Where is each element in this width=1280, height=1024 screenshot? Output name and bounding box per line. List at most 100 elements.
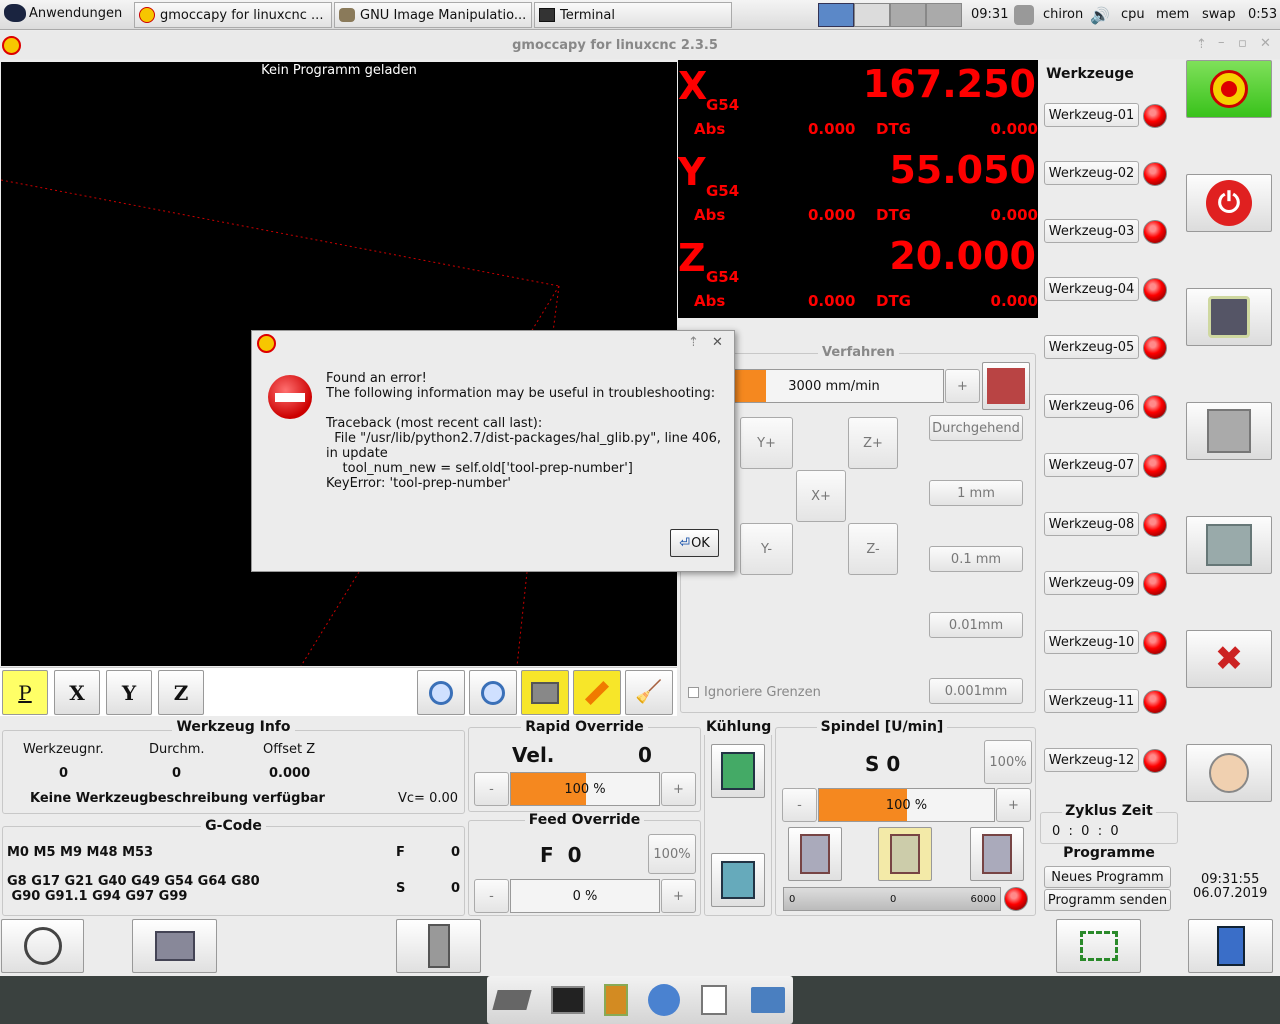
ignore-limits-checkbox[interactable]: Ignoriere Grenzen — [688, 685, 821, 700]
workspace-3[interactable] — [890, 3, 926, 27]
spindle-reset-button[interactable]: 100% — [984, 740, 1032, 784]
task-terminal[interactable]: Terminal — [534, 2, 732, 28]
volume-icon[interactable]: 🔊 — [1090, 6, 1110, 25]
cpu-monitor: cpu — [1121, 7, 1145, 22]
settings-button[interactable]: ✖ — [1186, 630, 1272, 688]
increment-continuous[interactable]: Durchgehend — [929, 415, 1023, 441]
web-browser-launcher[interactable] — [642, 978, 686, 1022]
maximize-icon[interactable]: ▫ — [1238, 36, 1247, 51]
view-p-button[interactable]: P — [2, 670, 48, 715]
jog-speed-plus[interactable]: + — [945, 369, 980, 403]
increment-0-01mm[interactable]: 0.01mm — [929, 612, 1023, 638]
workspace-switcher[interactable] — [818, 3, 964, 27]
dimensions-icon — [531, 681, 559, 704]
checkbox-box[interactable] — [688, 687, 699, 698]
tool-button[interactable]: Werkzeug-02 — [1044, 161, 1139, 185]
feed-reset-button[interactable]: 100% — [648, 834, 696, 874]
applications-menu[interactable]: Anwendungen — [4, 4, 122, 22]
tool-button[interactable]: Werkzeug-04 — [1044, 277, 1139, 301]
rapid-plus[interactable]: + — [661, 772, 696, 806]
tool-button[interactable]: Werkzeug-12 — [1044, 748, 1139, 772]
mist-coolant-button[interactable] — [711, 853, 765, 907]
tool-button[interactable]: Werkzeug-01 — [1044, 103, 1139, 127]
show-dimensions-button[interactable] — [521, 670, 569, 715]
minimize-icon[interactable]: – — [1218, 35, 1225, 50]
spindle-reverse-button[interactable] — [970, 827, 1024, 881]
tool-button[interactable]: Werkzeug-03 — [1044, 219, 1139, 243]
clear-plot-button[interactable]: 🧹 — [625, 670, 673, 715]
view-y-button[interactable]: Y — [106, 670, 152, 715]
panel-clock[interactable]: 09:31 — [971, 7, 1008, 22]
feed-override-slider[interactable]: 0 % — [510, 879, 660, 913]
folder-launcher[interactable] — [746, 978, 790, 1022]
jog-label: Z- — [866, 541, 880, 557]
tool-button[interactable]: Werkzeug-05 — [1044, 335, 1139, 359]
jog-speed-slider[interactable]: 3000 mm/min — [724, 369, 944, 403]
jog-z-plus[interactable]: Z+ — [848, 417, 898, 469]
workspace-4[interactable] — [926, 3, 962, 27]
spindle-forward-button[interactable] — [788, 827, 842, 881]
auto-mode-button[interactable] — [1186, 516, 1272, 574]
flood-coolant-button[interactable] — [711, 744, 765, 798]
view-p-label: P — [18, 680, 32, 705]
feed-plus[interactable]: + — [661, 879, 696, 913]
terminal-launcher[interactable] — [546, 978, 590, 1022]
task-gmoccapy[interactable]: gmoccapy for linuxcnc ... — [134, 2, 332, 28]
file-manager-launcher[interactable] — [594, 978, 638, 1022]
edit-button[interactable] — [573, 670, 621, 715]
task-gimp[interactable]: GNU Image Manipulatio... — [334, 2, 532, 28]
increment-0-001mm[interactable]: 0.001mm — [929, 678, 1023, 704]
increment-1mm[interactable]: 1 mm — [929, 480, 1023, 506]
estop-button[interactable] — [1186, 60, 1272, 118]
rapid-override-slider[interactable]: 100 % — [510, 772, 660, 806]
increment-0-1mm[interactable]: 0.1 mm — [929, 546, 1023, 572]
homing-button[interactable] — [1, 919, 84, 973]
tool-button[interactable]: Werkzeug-11 — [1044, 689, 1139, 713]
hostname: chiron — [1043, 7, 1084, 22]
tool-button[interactable]: Werkzeug-09 — [1044, 571, 1139, 595]
touch-off-button[interactable] — [132, 919, 217, 973]
view-x-button[interactable]: X — [54, 670, 100, 715]
zoom-out-button[interactable] — [469, 670, 517, 715]
dialog-shade-icon[interactable]: ⇡ — [688, 335, 699, 350]
workspace-2[interactable] — [854, 3, 890, 27]
tool-button[interactable]: Werkzeug-06 — [1044, 394, 1139, 418]
app-finder-launcher[interactable] — [692, 978, 736, 1022]
close-icon[interactable]: ✕ — [1260, 36, 1271, 51]
send-program-button[interactable]: Programm senden — [1044, 889, 1171, 911]
manual-mode-button[interactable] — [1186, 288, 1272, 346]
spindle-plus[interactable]: + — [996, 788, 1031, 822]
ok-button[interactable]: ⏎ OK — [670, 529, 719, 557]
feed-minus[interactable]: - — [474, 879, 509, 913]
network-icon[interactable] — [1014, 5, 1034, 25]
show-desktop-launcher[interactable] — [490, 978, 534, 1022]
tool-change-button[interactable] — [396, 919, 481, 973]
jog-y-minus[interactable]: Y- — [740, 523, 793, 575]
view-z-button[interactable]: Z — [158, 670, 204, 715]
machine-power-button[interactable]: ⏻ — [1186, 174, 1272, 232]
spindle-minus[interactable]: - — [782, 788, 817, 822]
mdi-mode-button[interactable] — [1186, 402, 1272, 460]
exit-button[interactable] — [1188, 919, 1273, 973]
jog-x-plus[interactable]: X+ — [796, 470, 846, 522]
tool-button[interactable]: Werkzeug-07 — [1044, 453, 1139, 477]
tool-button[interactable]: Werkzeug-08 — [1044, 512, 1139, 536]
user-tabs-button[interactable] — [1186, 744, 1272, 802]
dro-x[interactable]: X G54 167.250 Abs 0.000 DTG 0.000 — [678, 60, 1038, 146]
spindle-stop-button[interactable] — [878, 827, 932, 881]
tool-button[interactable]: Werkzeug-10 — [1044, 630, 1139, 654]
new-program-button[interactable]: Neues Programm — [1044, 866, 1171, 888]
zoom-in-button[interactable] — [417, 670, 465, 715]
dialog-close-icon[interactable]: ✕ — [712, 335, 723, 350]
dro-z[interactable]: Z G54 20.000 Abs 0.000 DTG 0.000 — [678, 232, 1038, 318]
rapid-minus[interactable]: - — [474, 772, 509, 806]
workspace-1[interactable] — [818, 3, 854, 27]
turtle-jog-button[interactable] — [982, 362, 1030, 410]
keypad-icon — [1208, 296, 1250, 338]
jog-z-minus[interactable]: Z- — [848, 523, 898, 575]
spindle-override-slider[interactable]: 100 % — [818, 788, 995, 822]
shade-icon[interactable]: ⇡ — [1196, 37, 1207, 52]
dro-y[interactable]: Y G54 55.050 Abs 0.000 DTG 0.000 — [678, 146, 1038, 232]
fullscreen-button[interactable] — [1056, 919, 1141, 973]
jog-y-plus[interactable]: Y+ — [740, 417, 793, 469]
